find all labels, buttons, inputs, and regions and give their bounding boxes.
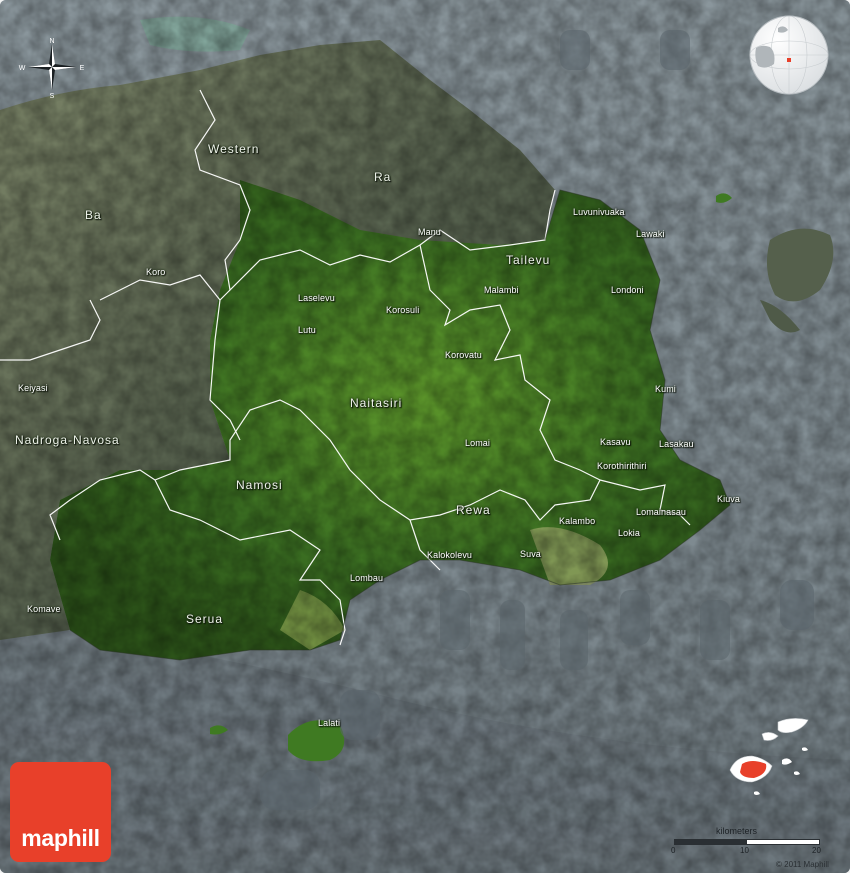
- place-label: Malambi: [484, 285, 519, 295]
- inset-map-icon: [729, 718, 809, 795]
- region-label-serua: Serua: [186, 612, 224, 626]
- location-marker: [787, 58, 791, 62]
- place-label: Kalokolevu: [427, 550, 473, 560]
- logo-text: maphill: [21, 825, 100, 851]
- place-label: Kalambo: [559, 516, 596, 526]
- copyright-text: © 2011 Maphill: [776, 860, 829, 869]
- region-label-nadroga-navosa: Nadroga-Navosa: [15, 433, 120, 447]
- compass-icon: N S W E: [19, 38, 85, 100]
- place-label: Lutu: [298, 325, 316, 335]
- place-label: Lomai: [465, 438, 491, 448]
- place-label: Korothirithiri: [597, 461, 647, 471]
- place-label: Lawaki: [636, 229, 665, 239]
- place-label: Laselevu: [298, 293, 335, 303]
- region-label-rewa: Rewa: [456, 503, 491, 517]
- place-label: Korosuli: [386, 305, 420, 315]
- place-label: Lasakau: [659, 439, 694, 449]
- place-label: Komave: [27, 604, 61, 614]
- place-label: Londoni: [611, 285, 644, 295]
- svg-text:N: N: [49, 38, 54, 45]
- place-label: Lomainasau: [636, 507, 687, 517]
- region-label-namosi: Namosi: [236, 478, 283, 492]
- svg-text:W: W: [19, 65, 26, 72]
- scale-tick: 10: [740, 846, 749, 855]
- region-label-naitasiri: Naitasiri: [350, 396, 403, 410]
- region-label-western: Western: [208, 142, 260, 156]
- place-label: Keiyasi: [18, 383, 48, 393]
- globe-locator: [748, 14, 830, 96]
- region-label-ba: Ba: [85, 208, 102, 222]
- satellite-map[interactable]: Western Ra Ba Tailevu Naitasiri Nadroga-…: [0, 0, 850, 873]
- inset-country-map: [722, 712, 818, 808]
- place-label: Lombau: [350, 573, 384, 583]
- place-label: Kasavu: [600, 437, 631, 447]
- place-label: Kiuva: [717, 494, 741, 504]
- place-label: Manu: [418, 227, 441, 237]
- place-label: Kumi: [655, 384, 676, 394]
- scale-tick: 0: [671, 846, 676, 855]
- scale-tick: 20: [812, 846, 821, 855]
- svg-text:E: E: [80, 65, 85, 72]
- place-label: Lalati: [318, 718, 341, 728]
- place-label: Koro: [146, 267, 166, 277]
- globe-icon: [749, 15, 829, 95]
- scale-title: kilometers: [716, 826, 758, 836]
- compass-rose: N S W E: [14, 36, 90, 100]
- region-label-ra: Ra: [374, 170, 392, 184]
- place-label: Suva: [520, 549, 541, 559]
- place-label: Korovatu: [445, 350, 482, 360]
- place-label: Lokia: [618, 528, 641, 538]
- scale-bar-graphic: [674, 839, 820, 845]
- place-label: Luvunivuaka: [573, 207, 625, 217]
- region-label-tailevu: Tailevu: [506, 253, 551, 267]
- svg-text:S: S: [50, 93, 55, 98]
- maphill-logo[interactable]: maphill: [10, 762, 111, 862]
